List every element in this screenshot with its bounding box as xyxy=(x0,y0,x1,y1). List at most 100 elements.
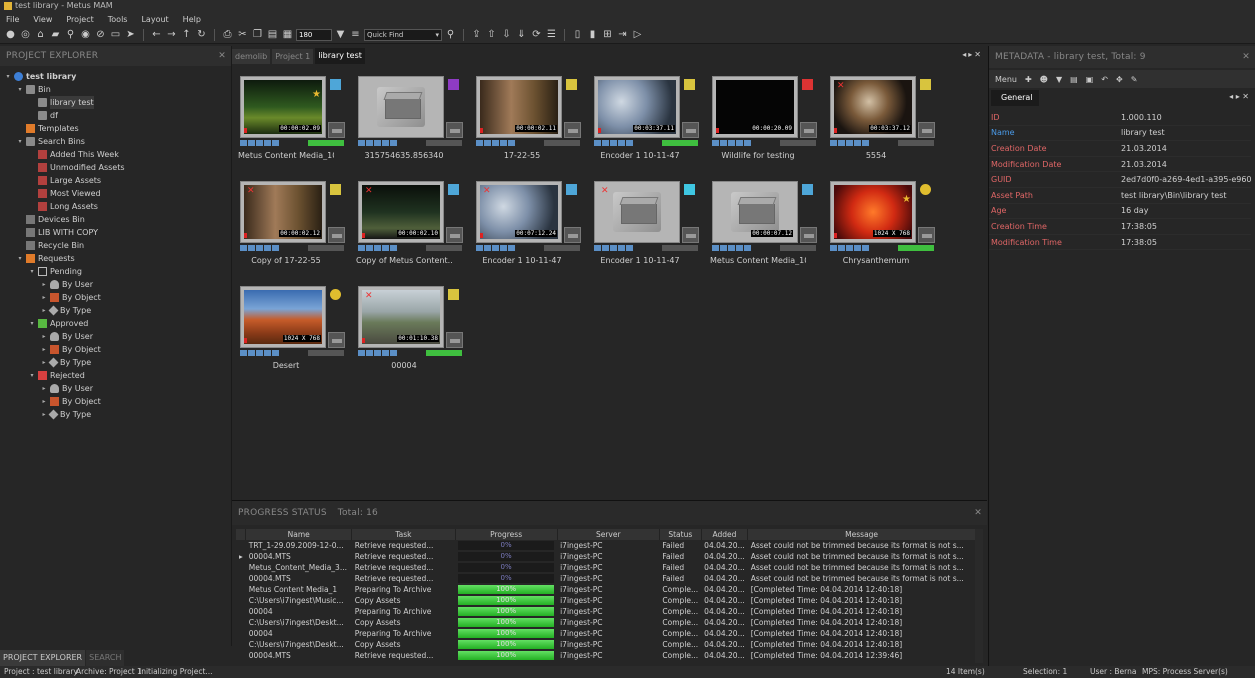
table-row[interactable]: Metus_Content_Media_3... Retrieve request… xyxy=(236,562,976,573)
asset-tile[interactable]: 00:03:37.11 Encoder 1 10-11-47 xyxy=(592,76,704,176)
eye-icon[interactable]: ◉ xyxy=(79,28,92,41)
add-icon[interactable]: ✚ xyxy=(1025,75,1032,84)
menu-project[interactable]: Project xyxy=(66,15,93,24)
table-row[interactable]: C:\Users\i7ingest\Deskt... Copy Assets 100… xyxy=(236,617,976,628)
quick-find-input[interactable]: Quick Find ▾ xyxy=(364,28,442,41)
chevron-right-icon[interactable]: ▸ xyxy=(40,304,48,317)
filter-icon[interactable]: ▼ xyxy=(1056,75,1062,84)
asset-tile[interactable]: 00:07:12.24 ✕ Encoder 1 10-11-47 xyxy=(474,181,586,281)
tree-item[interactable]: Added This Week xyxy=(0,148,231,161)
tree-item[interactable]: ▸ By User xyxy=(0,382,231,395)
search-icon[interactable]: ⚲ xyxy=(64,28,77,41)
column-header-status[interactable]: Status xyxy=(659,529,702,540)
tab-general[interactable]: General xyxy=(991,90,1039,106)
asset-thumbnail[interactable]: 00:01:10.38 ✕ xyxy=(358,286,444,348)
tree-item[interactable]: ▸ By Type xyxy=(0,408,231,421)
tree-item[interactable]: ▾ Requests xyxy=(0,252,231,265)
metadata-value[interactable]: 21.03.2014 xyxy=(1121,144,1251,153)
asset-thumbnail[interactable]: 00:03:37.12 ✕ xyxy=(830,76,916,138)
column-header-message[interactable]: Message xyxy=(747,529,976,540)
tree-item[interactable]: Large Assets xyxy=(0,174,231,187)
table-row[interactable]: 00004 Preparing To Archive 100% i7ingest-PC… xyxy=(236,628,976,639)
tree-item[interactable]: ▾ test library xyxy=(0,70,231,83)
asset-tile[interactable]: 00:00:02.12 ✕ Copy of 17-22-55 xyxy=(238,181,350,281)
tree-item[interactable]: ▾ Bin xyxy=(0,83,231,96)
tree-item[interactable]: library test xyxy=(0,96,231,109)
column-header-progress[interactable]: Progress xyxy=(455,529,558,540)
paste-icon[interactable]: ▤ xyxy=(266,28,279,41)
asset-thumbnail[interactable]: 00:00:02.11 xyxy=(476,76,562,138)
asset-tile[interactable]: 1024 X 768 Desert xyxy=(238,286,350,386)
metadata-row[interactable]: GUID 2ed7d0f0-a269-4ed1-a395-e960f... xyxy=(989,172,1251,188)
chevron-down-icon[interactable]: ▾ xyxy=(16,83,24,96)
asset-thumbnail[interactable] xyxy=(358,76,444,138)
asset-thumbnail[interactable]: 00:00:02.10 ✕ xyxy=(358,181,444,243)
scrollbar[interactable] xyxy=(975,529,983,663)
column-header-name[interactable]: Name xyxy=(245,529,353,540)
user-icon[interactable]: ☻ xyxy=(1040,75,1048,84)
table-row[interactable]: Metus Content Media_1 Preparing To Archiv… xyxy=(236,584,976,595)
tree-item[interactable]: Templates xyxy=(0,122,231,135)
tree-item[interactable]: df xyxy=(0,109,231,122)
tree-item[interactable]: Long Assets xyxy=(0,200,231,213)
asset-thumbnail[interactable]: 00:00:02.12 ✕ xyxy=(240,181,326,243)
asset-tile[interactable]: 00:03:37.12 ✕ 5554 xyxy=(828,76,940,176)
chevron-right-icon[interactable]: ▸ xyxy=(40,278,48,291)
chevron-right-icon[interactable]: ▸ xyxy=(40,330,48,343)
asset-tile[interactable]: 00:00:02.09 ★ Metus Content Media_10 xyxy=(238,76,350,176)
exit-icon[interactable]: ⇥ xyxy=(616,28,629,41)
refresh-icon[interactable]: ↻ xyxy=(195,28,208,41)
chevron-down-icon[interactable]: ▾ xyxy=(28,369,36,382)
table-row[interactable]: ▸ 00004.MTS Retrieve requested... 0% i7inges… xyxy=(236,551,976,562)
close-icon[interactable]: ✕ xyxy=(974,501,982,525)
metadata-row[interactable]: Creation Time 17:38:05 xyxy=(989,219,1251,235)
metadata-value[interactable]: 17:38:05 xyxy=(1121,222,1251,231)
tree-item[interactable]: Recycle Bin xyxy=(0,239,231,252)
upload-all-icon[interactable]: ⇧ xyxy=(485,28,498,41)
metadata-value[interactable]: 1.000.110 xyxy=(1121,113,1251,122)
metadata-row[interactable]: ID 1.000.110 xyxy=(989,110,1251,126)
tab-nav-controls[interactable]: ◂ ▸ ✕ xyxy=(1229,92,1249,101)
asset-tile[interactable]: 00:00:20.09 Wildlife for testing xyxy=(710,76,822,176)
asset-thumbnail[interactable]: 1024 X 768 ★ xyxy=(830,181,916,243)
tab-nav-controls[interactable]: ◂▸✕ xyxy=(962,50,983,59)
chevron-right-icon[interactable]: ▸ xyxy=(40,291,48,304)
chevron-right-icon[interactable]: ▸ xyxy=(40,408,48,421)
cut-icon[interactable]: ✂ xyxy=(236,28,249,41)
asset-tile[interactable]: 315754635.856340 xyxy=(356,76,468,176)
tree-item[interactable]: ▾ Pending xyxy=(0,265,231,278)
chevron-right-icon[interactable]: ▸ xyxy=(40,356,48,369)
table-row[interactable]: TRT_1-29.09.2009-12-0... Retrieve request… xyxy=(236,540,976,551)
target-icon[interactable]: ◎ xyxy=(19,28,32,41)
tree-item[interactable]: Unmodified Assets xyxy=(0,161,231,174)
tree-item[interactable]: ▸ By Object xyxy=(0,395,231,408)
asset-thumbnail[interactable]: 00:00:20.09 xyxy=(712,76,798,138)
chevron-down-icon[interactable]: ▾ xyxy=(435,30,439,40)
asset-tile[interactable]: 00:00:02.10 ✕ Copy of Metus Content... xyxy=(356,181,468,281)
chevron-down-icon[interactable]: ▾ xyxy=(16,252,24,265)
view-grid-icon[interactable]: ▦ xyxy=(281,28,294,41)
chevron-down-icon[interactable]: ▾ xyxy=(16,135,24,148)
tab-demolib[interactable]: demolib xyxy=(232,49,271,64)
tree-item[interactable]: ▸ By Object xyxy=(0,343,231,356)
menu-button[interactable]: Menu xyxy=(995,75,1017,84)
sync-icon[interactable]: ⟳ xyxy=(530,28,543,41)
chevron-right-icon[interactable]: ▸ xyxy=(40,382,48,395)
menu-file[interactable]: File xyxy=(6,15,19,24)
metadata-row[interactable]: Age 16 day xyxy=(989,204,1251,220)
play-icon[interactable]: ▷ xyxy=(631,28,644,41)
metadata-row[interactable]: Asset Path test library\Bin\library test xyxy=(989,188,1251,204)
page-add-icon[interactable]: ▮ xyxy=(586,28,599,41)
close-icon[interactable]: ✕ xyxy=(218,46,226,66)
table-row[interactable]: C:\Users\i7ingest\Music... Copy Assets 100… xyxy=(236,595,976,606)
asset-thumbnail[interactable]: 00:00:02.09 ★ xyxy=(240,76,326,138)
search-go-icon[interactable]: ⚲ xyxy=(444,28,457,41)
save-icon[interactable]: ▣ xyxy=(1086,75,1094,84)
table-row[interactable]: 00004.MTS Retrieve requested... 100% i7inge… xyxy=(236,650,976,661)
tag-icon[interactable]: ⌂ xyxy=(34,28,47,41)
undo-icon[interactable]: ↶ xyxy=(1101,75,1108,84)
page-icon[interactable]: ▯ xyxy=(571,28,584,41)
tree-item[interactable]: ▾ Rejected xyxy=(0,369,231,382)
metadata-value[interactable]: 16 day xyxy=(1121,206,1251,215)
list-menu-icon[interactable]: ≡ xyxy=(349,28,362,41)
